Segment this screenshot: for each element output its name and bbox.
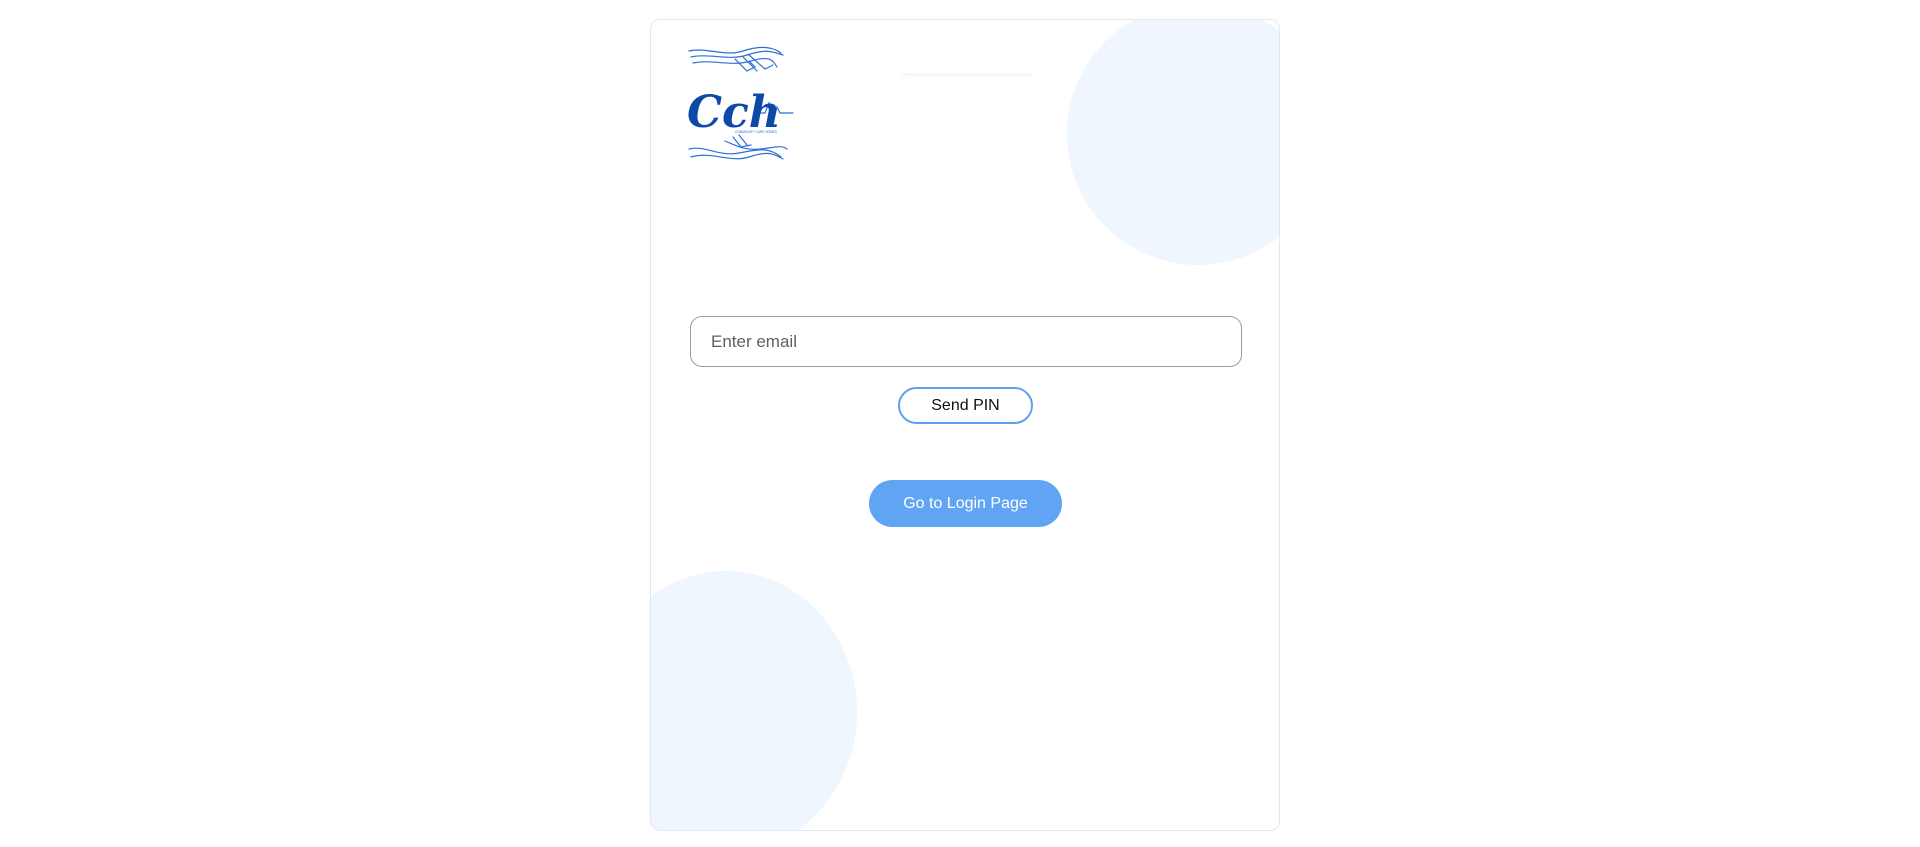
brand-logo: Cch COMMUNITY CARE HOMES (687, 46, 794, 160)
send-pin-button[interactable]: Send PIN (898, 387, 1033, 424)
faint-header-field (903, 53, 1031, 75)
reset-pin-card: Cch COMMUNITY CARE HOMES Send PIN Go to … (650, 19, 1280, 831)
decorative-circle-bottom (651, 571, 857, 830)
decorative-circle-top (1067, 20, 1279, 265)
go-to-login-button[interactable]: Go to Login Page (869, 480, 1062, 527)
logo-tagline: COMMUNITY CARE HOMES (735, 130, 777, 134)
email-input[interactable] (690, 316, 1242, 367)
